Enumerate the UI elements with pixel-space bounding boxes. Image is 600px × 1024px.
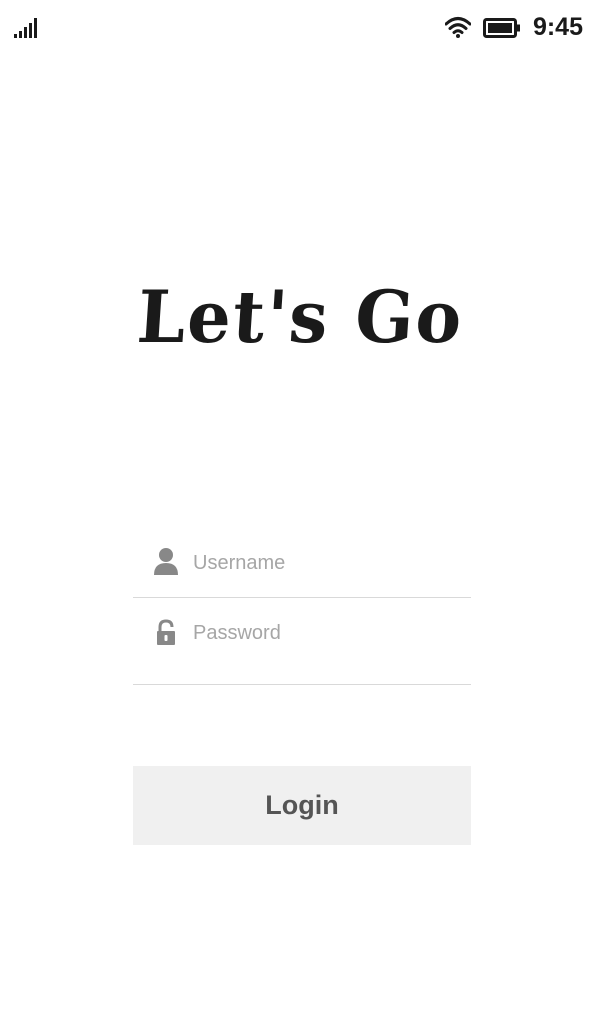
password-field (133, 598, 471, 685)
username-input[interactable] (193, 547, 463, 579)
wifi-icon (445, 17, 471, 38)
login-form (133, 528, 471, 685)
password-input[interactable] (193, 617, 463, 649)
username-field (133, 528, 471, 598)
person-icon (154, 548, 178, 575)
battery-full-icon (483, 18, 520, 38)
login-button[interactable]: Login (133, 766, 471, 845)
lock-icon (157, 619, 175, 645)
logo-text: Let's Go (134, 274, 466, 359)
status-bar: 9:45 (0, 0, 600, 56)
status-time: 9:45 (532, 13, 583, 41)
login-screen: 9:45 Let's Go Login (0, 0, 600, 1024)
cellular-signal-icon (14, 18, 37, 38)
app-logo: Let's Go (0, 272, 600, 362)
